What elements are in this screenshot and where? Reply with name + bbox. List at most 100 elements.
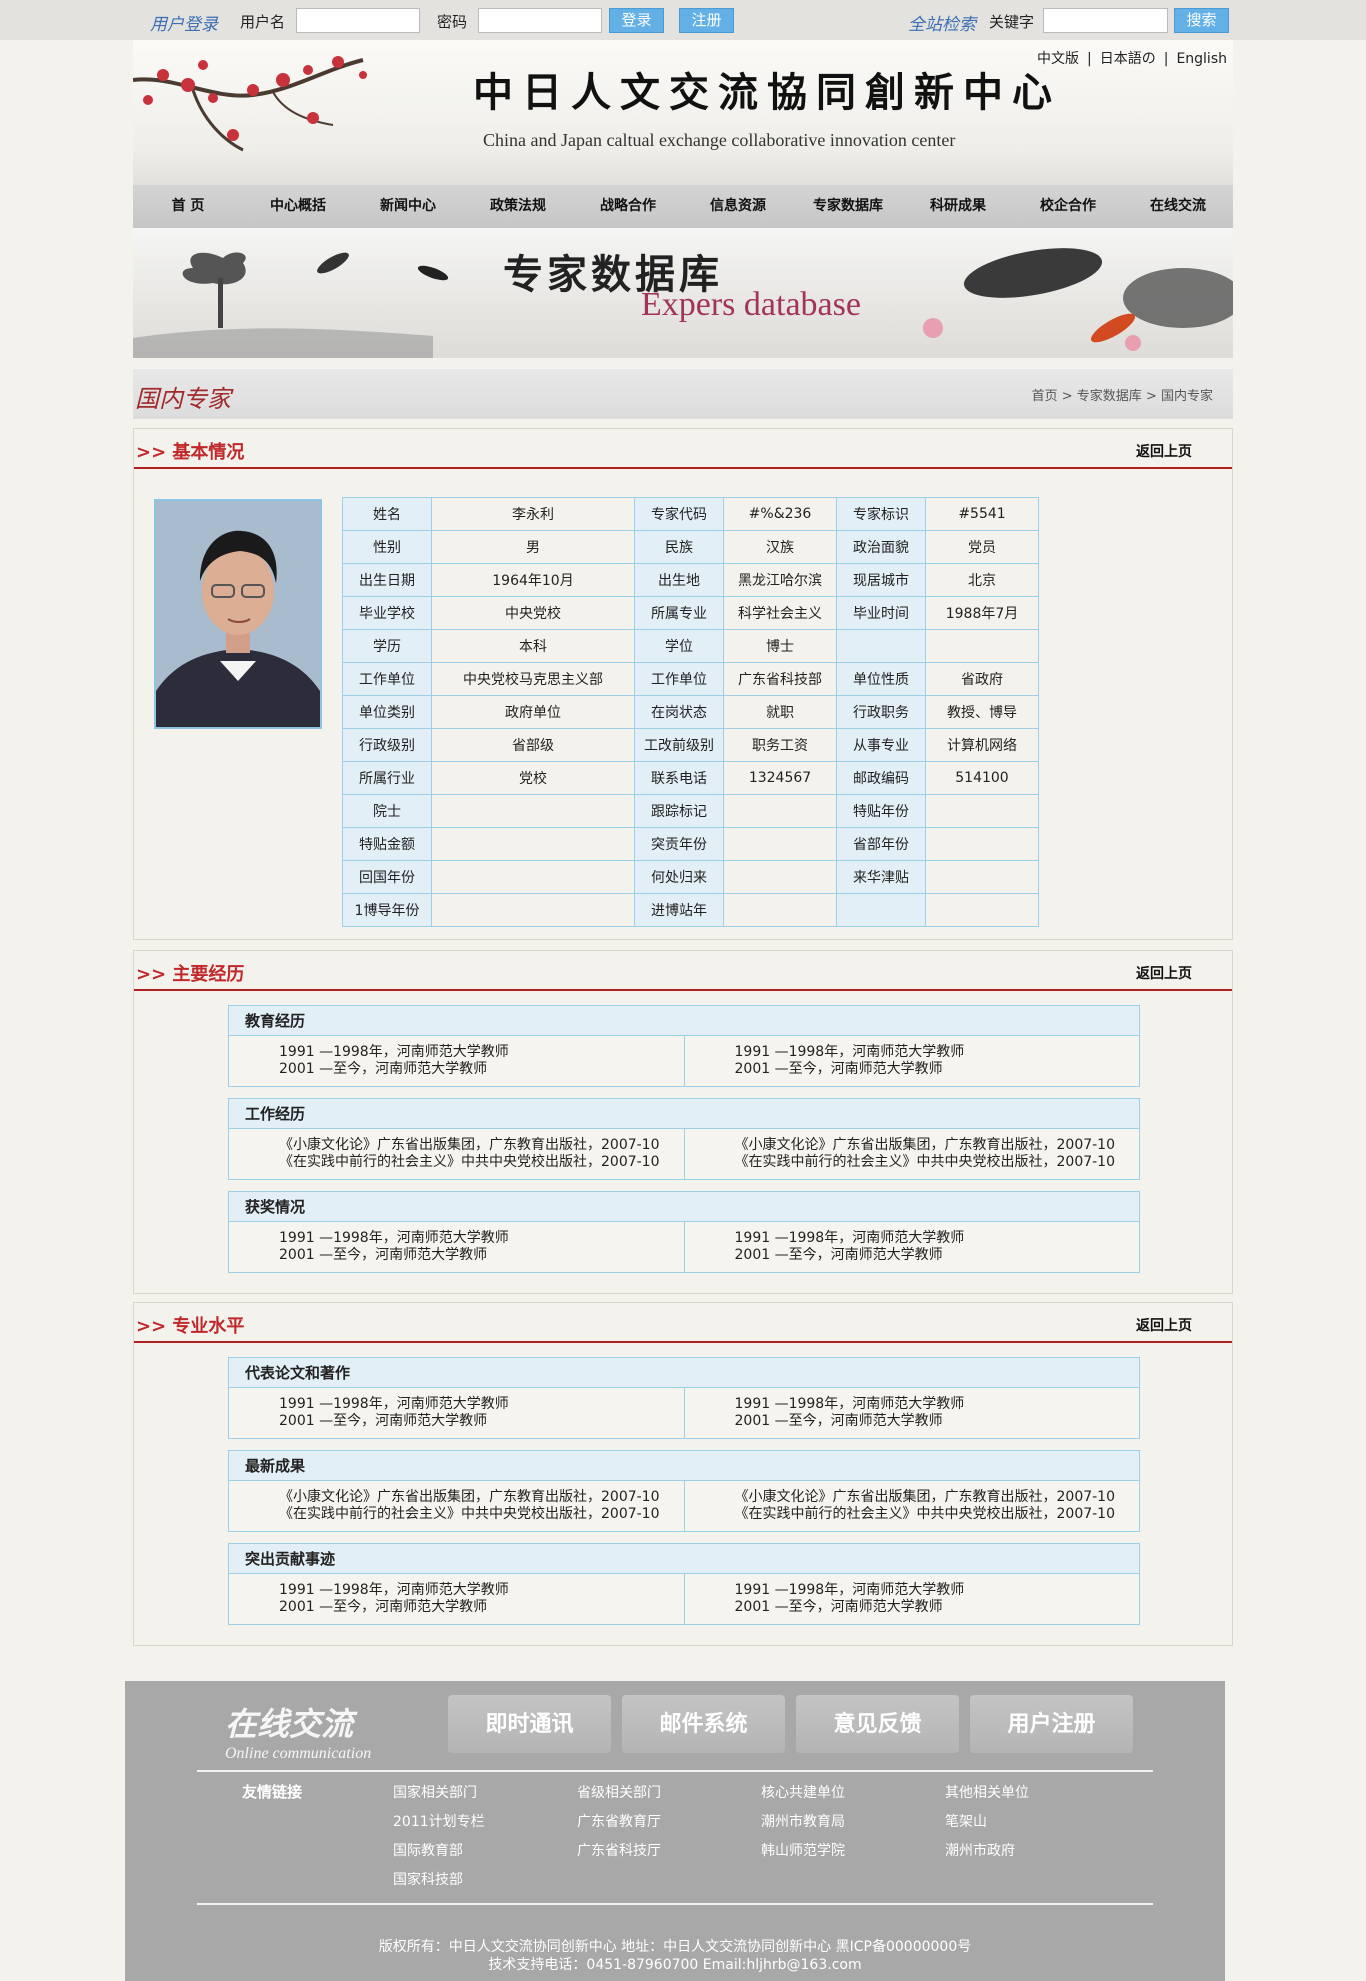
back-link[interactable]: 返回上页 bbox=[1136, 963, 1192, 983]
field-label: 院士 bbox=[342, 794, 432, 828]
entry-text: 2001 —至今，河南师范大学教师 bbox=[734, 1599, 943, 1615]
info-box-column: 1991 —1998年，河南师范大学教师 2001 —至今，河南师范大学教师 bbox=[229, 1036, 684, 1086]
keyword-label: 关键字 bbox=[989, 13, 1035, 31]
search-button[interactable]: 搜索 bbox=[1174, 8, 1229, 33]
breadcrumb-current: 国内专家 bbox=[1160, 389, 1213, 404]
site-header: 中日人文交流協同創新中心 China and Japan caltual exc… bbox=[133, 40, 1233, 185]
nav-home[interactable]: 首 页 bbox=[133, 185, 243, 228]
table-row: 学历 本科 学位 博士 bbox=[342, 629, 1039, 663]
friend-link[interactable]: 潮州市政府 bbox=[945, 1840, 1015, 1860]
info-box: 突出贡献事迹 1991 —1998年，河南师范大学教师 2001 —至今，河南师范大… bbox=[228, 1543, 1140, 1625]
friend-link[interactable]: 国际教育部 bbox=[393, 1840, 463, 1860]
field-label: 回国年份 bbox=[342, 860, 432, 894]
table-row: 行政级别 省部级 工改前级别 职务工资 从事专业 计算机网络 bbox=[342, 728, 1039, 762]
nav-cooperation[interactable]: 战略合作 bbox=[573, 185, 683, 228]
field-value: 省部级 bbox=[431, 728, 635, 762]
entry-text: 2001 —至今，河南师范大学教师 bbox=[734, 1413, 943, 1429]
lang-japanese-link[interactable]: 日本語の bbox=[1096, 51, 1160, 67]
entry-text: 《小康文化论》广东省出版集团，广东教育出版社，2007-10 bbox=[734, 1489, 1116, 1505]
info-box-title: 突出贡献事迹 bbox=[229, 1544, 1139, 1574]
friend-link[interactable]: 广东省教育厅 bbox=[577, 1811, 661, 1831]
site-search-heading: 全站检索 bbox=[908, 15, 976, 35]
password-label: 密码 bbox=[437, 13, 468, 31]
nav-center-overview[interactable]: 中心概括 bbox=[243, 185, 353, 228]
nav-research[interactable]: 科研成果 bbox=[903, 185, 1013, 228]
entry-text: 2001 —至今，河南师范大学教师 bbox=[279, 1413, 488, 1429]
entry-text: 1991 —1998年，河南师范大学教师 bbox=[734, 1044, 965, 1060]
mail-system-button[interactable]: 邮件系统 bbox=[622, 1695, 785, 1753]
nav-news[interactable]: 新闻中心 bbox=[353, 185, 463, 228]
entry-text: 2001 —至今，河南师范大学教师 bbox=[279, 1247, 488, 1263]
friend-link[interactable]: 韩山师范学院 bbox=[761, 1840, 845, 1860]
nav-policy[interactable]: 政策法规 bbox=[463, 185, 573, 228]
nav-online[interactable]: 在线交流 bbox=[1123, 185, 1233, 228]
field-label: 何处归来 bbox=[634, 860, 724, 894]
info-box-column: 1991 —1998年，河南师范大学教师 2001 —至今，河南师范大学教师 bbox=[683, 1222, 1140, 1272]
info-box-column: 1991 —1998年，河南师范大学教师 2001 —至今，河南师范大学教师 bbox=[229, 1222, 684, 1272]
site-title-cn: 中日人文交流協同創新中心 bbox=[473, 69, 1061, 116]
table-row: 工作单位 中央党校马克思主义部 工作单位 广东省科技部 单位性质 省政府 bbox=[342, 662, 1039, 696]
online-communication-logo: 在线交流 Online communication bbox=[225, 1699, 371, 1763]
field-value: 中央党校 bbox=[431, 596, 635, 630]
back-link[interactable]: 返回上页 bbox=[1136, 441, 1192, 461]
instant-message-button[interactable]: 即时通讯 bbox=[448, 1695, 611, 1753]
lang-english-link[interactable]: English bbox=[1172, 51, 1231, 67]
footer-divider bbox=[197, 1903, 1153, 1905]
footer-logo-en: Online communication bbox=[225, 1745, 372, 1762]
back-link[interactable]: 返回上页 bbox=[1136, 1315, 1192, 1335]
field-label: 姓名 bbox=[342, 497, 432, 531]
friend-link[interactable]: 国家科技部 bbox=[393, 1869, 463, 1889]
friend-link[interactable]: 省级相关部门 bbox=[577, 1782, 661, 1802]
field-value: 北京 bbox=[925, 563, 1039, 597]
friend-links-title: 友情链接 bbox=[242, 1783, 303, 1801]
top-bar: 用户登录 用户名 密码 登录 注册 全站检索 关键字 搜索 bbox=[0, 0, 1366, 40]
field-value: 李永利 bbox=[431, 497, 635, 531]
friend-link[interactable]: 潮州市教育局 bbox=[761, 1811, 845, 1831]
info-box-column: 1991 —1998年，河南师范大学教师 2001 —至今，河南师范大学教师 bbox=[683, 1036, 1140, 1086]
field-label: 工作单位 bbox=[342, 662, 432, 696]
friend-link[interactable]: 广东省科技厅 bbox=[577, 1840, 661, 1860]
field-value: 1964年10月 bbox=[431, 563, 635, 597]
friend-link[interactable]: 其他相关单位 bbox=[945, 1782, 1029, 1802]
info-box-column: 1991 —1998年，河南师范大学教师 2001 —至今，河南师范大学教师 bbox=[683, 1388, 1140, 1438]
friend-link[interactable]: 2011计划专栏 bbox=[393, 1811, 485, 1831]
info-box-column: 《小康文化论》广东省出版集团，广东教育出版社，2007-10 《在实践中前行的社会… bbox=[229, 1481, 684, 1531]
friend-link[interactable]: 核心共建单位 bbox=[761, 1782, 845, 1802]
info-box-title: 获奖情况 bbox=[229, 1192, 1139, 1222]
table-row: 1博导年份 进博站年 bbox=[342, 893, 1039, 927]
plum-blossom-icon bbox=[133, 56, 367, 152]
breadcrumb-home[interactable]: 首页 bbox=[1032, 389, 1058, 404]
entry-text: 1991 —1998年，河南师范大学教师 bbox=[279, 1582, 509, 1598]
entry-text: 1991 —1998年，河南师范大学教师 bbox=[734, 1396, 965, 1412]
keyword-input[interactable] bbox=[1043, 8, 1168, 33]
breadcrumb-expert-db[interactable]: 专家数据库 bbox=[1077, 389, 1142, 404]
user-register-button[interactable]: 用户注册 bbox=[970, 1695, 1133, 1753]
banner-title-en: Expers database bbox=[641, 286, 861, 323]
lang-chinese-link[interactable]: 中文版 bbox=[1033, 51, 1083, 67]
field-label: 进博站年 bbox=[634, 893, 724, 927]
login-button[interactable]: 登录 bbox=[609, 8, 664, 33]
field-label: 毕业时间 bbox=[836, 596, 926, 630]
field-value: 省政府 bbox=[925, 662, 1039, 696]
info-box-title: 最新成果 bbox=[229, 1451, 1139, 1481]
entry-text: 2001 —至今，河南师范大学教师 bbox=[734, 1061, 943, 1077]
nav-enterprise[interactable]: 校企合作 bbox=[1013, 185, 1123, 228]
field-value bbox=[431, 860, 635, 894]
friend-link[interactable]: 国家相关部门 bbox=[393, 1782, 477, 1802]
password-input[interactable] bbox=[478, 8, 602, 33]
nav-resources[interactable]: 信息资源 bbox=[683, 185, 793, 228]
username-label: 用户名 bbox=[240, 13, 286, 31]
field-label: 专家代码 bbox=[634, 497, 724, 531]
info-box: 工作经历 《小康文化论》广东省出版集团，广东教育出版社，2007-10 《在实践中前… bbox=[228, 1098, 1140, 1180]
username-input[interactable] bbox=[296, 8, 420, 33]
info-box: 获奖情况 1991 —1998年，河南师范大学教师 2001 —至今，河南师范大学教… bbox=[228, 1191, 1140, 1273]
field-value bbox=[431, 794, 635, 828]
feedback-button[interactable]: 意见反馈 bbox=[796, 1695, 959, 1753]
entry-text: 《小康文化论》广东省出版集团，广东教育出版社，2007-10 bbox=[279, 1489, 660, 1505]
nav-expert-db[interactable]: 专家数据库 bbox=[793, 185, 903, 228]
entry-text: 《小康文化论》广东省出版集团，广东教育出版社，2007-10 bbox=[734, 1137, 1116, 1153]
field-value bbox=[925, 893, 1039, 927]
register-button[interactable]: 注册 bbox=[679, 8, 734, 33]
friend-link[interactable]: 笔架山 bbox=[945, 1811, 987, 1831]
field-label: 单位性质 bbox=[836, 662, 926, 696]
